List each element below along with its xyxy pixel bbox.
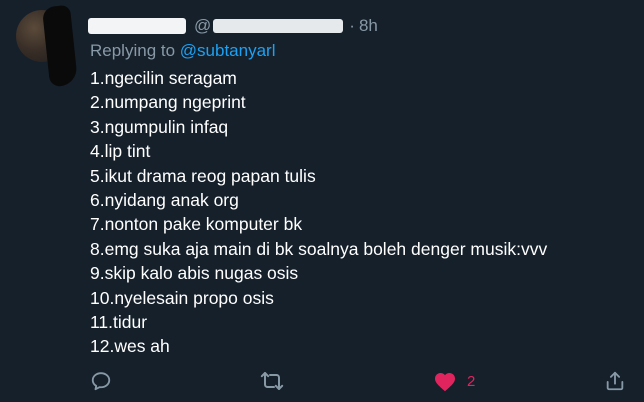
list-item: 4.lip tint	[90, 141, 151, 162]
replying-to: Replying to @subtanyarl	[90, 41, 276, 61]
list-item: 10.nyelesain propo osis	[90, 287, 274, 308]
like-count: 2	[467, 372, 476, 390]
redacted-handle	[213, 19, 344, 33]
redacted-display-name	[88, 18, 186, 34]
list-item: 6.nyidang anak org	[90, 190, 239, 211]
retweet-button[interactable]	[260, 366, 284, 396]
like-button[interactable]: 2	[433, 366, 475, 396]
heart-icon	[433, 370, 457, 392]
replying-handle-link[interactable]: @subtanyarl	[180, 41, 276, 60]
list-item: 12.wes ah	[90, 336, 170, 357]
at-symbol: @	[194, 16, 212, 35]
list-item: 2.numpang ngeprint	[90, 92, 246, 113]
reply-icon	[90, 370, 112, 392]
list-item: 3.ngumpulin infaq	[90, 116, 229, 137]
list-item: 7.nonton pake komputer bk	[90, 214, 303, 235]
list-item: 11.tidur	[90, 312, 148, 333]
replying-prefix: Replying to	[90, 41, 176, 60]
list-item: 5.ikut drama reog papan tulis	[90, 165, 316, 186]
tweet-text: 1.ngecilin seragam 2.numpang ngeprint 3.…	[90, 66, 547, 359]
list-item: 1.ngecilin seragam	[90, 68, 237, 88]
share-icon	[604, 370, 626, 392]
retweet-icon	[260, 370, 284, 392]
list-item: 8.emg suka aja main di bk soalnya boleh …	[90, 238, 548, 259]
list-item: 9.skip kalo abis nugas osis	[90, 263, 299, 284]
tweet-card[interactable]: @ · 8h Replying to @subtanyarl 1.ngecili…	[0, 0, 644, 402]
share-button[interactable]	[604, 366, 626, 396]
action-bar: 2	[0, 366, 644, 396]
tweet-header: @ · 8h	[88, 14, 378, 38]
tweet-timestamp[interactable]: 8h	[359, 16, 378, 36]
separator-dot: ·	[349, 16, 355, 35]
redaction-scribble	[41, 4, 79, 88]
reply-button[interactable]	[90, 366, 112, 396]
